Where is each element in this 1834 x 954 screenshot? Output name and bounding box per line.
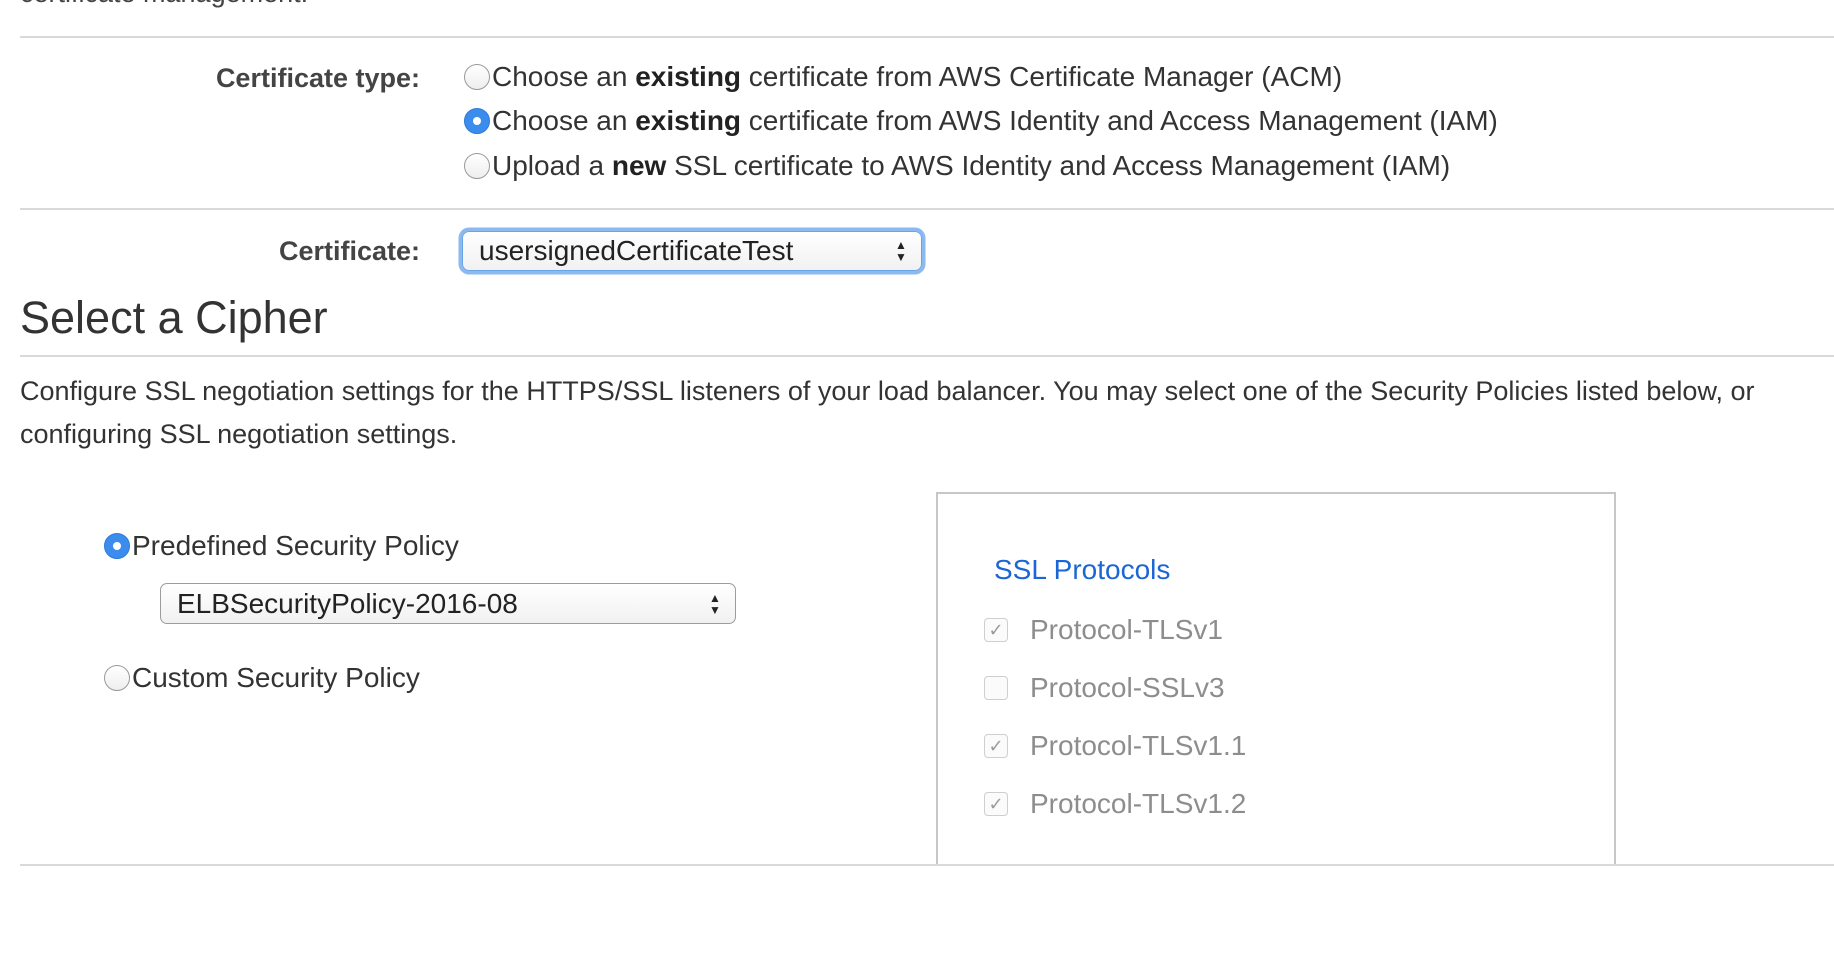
divider-cipher: [20, 355, 1834, 357]
checkbox-checked-icon[interactable]: ✓: [984, 792, 1008, 816]
certificate-select[interactable]: usersignedCertificateTest ▲ ▼: [462, 231, 922, 271]
certificate-type-label: Certificate type:: [215, 63, 420, 93]
cert-option-acm-radio[interactable]: [464, 64, 490, 90]
checkbox-checked-icon[interactable]: ✓: [984, 734, 1008, 758]
ssl-protocol-label: Protocol-TLSv1: [1030, 614, 1223, 645]
ssl-protocol-label: Protocol-SSLv3: [1030, 672, 1225, 703]
ssl-protocol-label: Protocol-TLSv1.2: [1030, 788, 1247, 819]
select-arrows-icon: ▲ ▼: [895, 238, 907, 264]
ssl-protocol-item[interactable]: Protocol-SSLv3: [984, 672, 1225, 704]
custom-policy-label[interactable]: Custom Security Policy: [132, 662, 420, 694]
checkbox-checked-icon[interactable]: ✓: [984, 618, 1008, 642]
cert-option-iam-existing-radio[interactable]: [464, 108, 490, 134]
ssl-protocol-label: Protocol-TLSv1.1: [1030, 730, 1247, 761]
divider-middle: [20, 208, 1834, 210]
ssl-protocols-panel: SSL Protocols ✓ Protocol-TLSv1 Protocol-…: [936, 492, 1616, 864]
cert-option-iam-existing[interactable]: Choose an existing certificate from AWS …: [464, 105, 1498, 137]
predefined-policy-select[interactable]: ELBSecurityPolicy-2016-08 ▲ ▼: [160, 583, 736, 624]
cipher-description: Configure SSL negotiation settings for t…: [20, 370, 1834, 456]
cert-option-iam-existing-label[interactable]: Choose an existing certificate from AWS …: [492, 105, 1498, 137]
select-arrows-icon: ▲ ▼: [709, 590, 721, 617]
cipher-section-title: Select a Cipher: [20, 292, 328, 343]
checkbox-unchecked-icon[interactable]: [984, 676, 1008, 700]
divider-top: [20, 36, 1834, 38]
ssl-protocols-title: SSL Protocols: [994, 554, 1171, 585]
cutoff-description-text: certificate management.: [20, 0, 308, 9]
cert-option-iam-upload-radio[interactable]: [464, 153, 490, 179]
certificate-select-value: usersignedCertificateTest: [479, 235, 794, 266]
ssl-protocol-item[interactable]: ✓ Protocol-TLSv1.2: [984, 788, 1246, 820]
cert-option-acm-label[interactable]: Choose an existing certificate from AWS …: [492, 61, 1342, 93]
cert-option-iam-upload-label[interactable]: Upload a new SSL certificate to AWS Iden…: [492, 150, 1450, 182]
custom-policy-radio[interactable]: [104, 665, 130, 691]
cipher-description-line1: Configure SSL negotiation settings for t…: [20, 376, 1755, 406]
cipher-description-line2: configuring SSL negotiation settings.: [20, 419, 458, 449]
certificate-label: Certificate:: [278, 236, 420, 266]
predefined-policy-label[interactable]: Predefined Security Policy: [132, 530, 459, 562]
predefined-policy-select-value: ELBSecurityPolicy-2016-08: [177, 587, 518, 619]
ssl-protocol-item[interactable]: ✓ Protocol-TLSv1: [984, 614, 1223, 646]
divider-bottom: [20, 864, 1834, 866]
cert-option-acm[interactable]: Choose an existing certificate from AWS …: [464, 61, 1342, 93]
ssl-protocol-item[interactable]: ✓ Protocol-TLSv1.1: [984, 730, 1246, 762]
predefined-policy-radio[interactable]: [104, 533, 130, 559]
custom-policy-option[interactable]: Custom Security Policy: [104, 662, 420, 694]
predefined-policy-option[interactable]: Predefined Security Policy: [104, 530, 459, 562]
cert-option-iam-upload[interactable]: Upload a new SSL certificate to AWS Iden…: [464, 150, 1450, 182]
